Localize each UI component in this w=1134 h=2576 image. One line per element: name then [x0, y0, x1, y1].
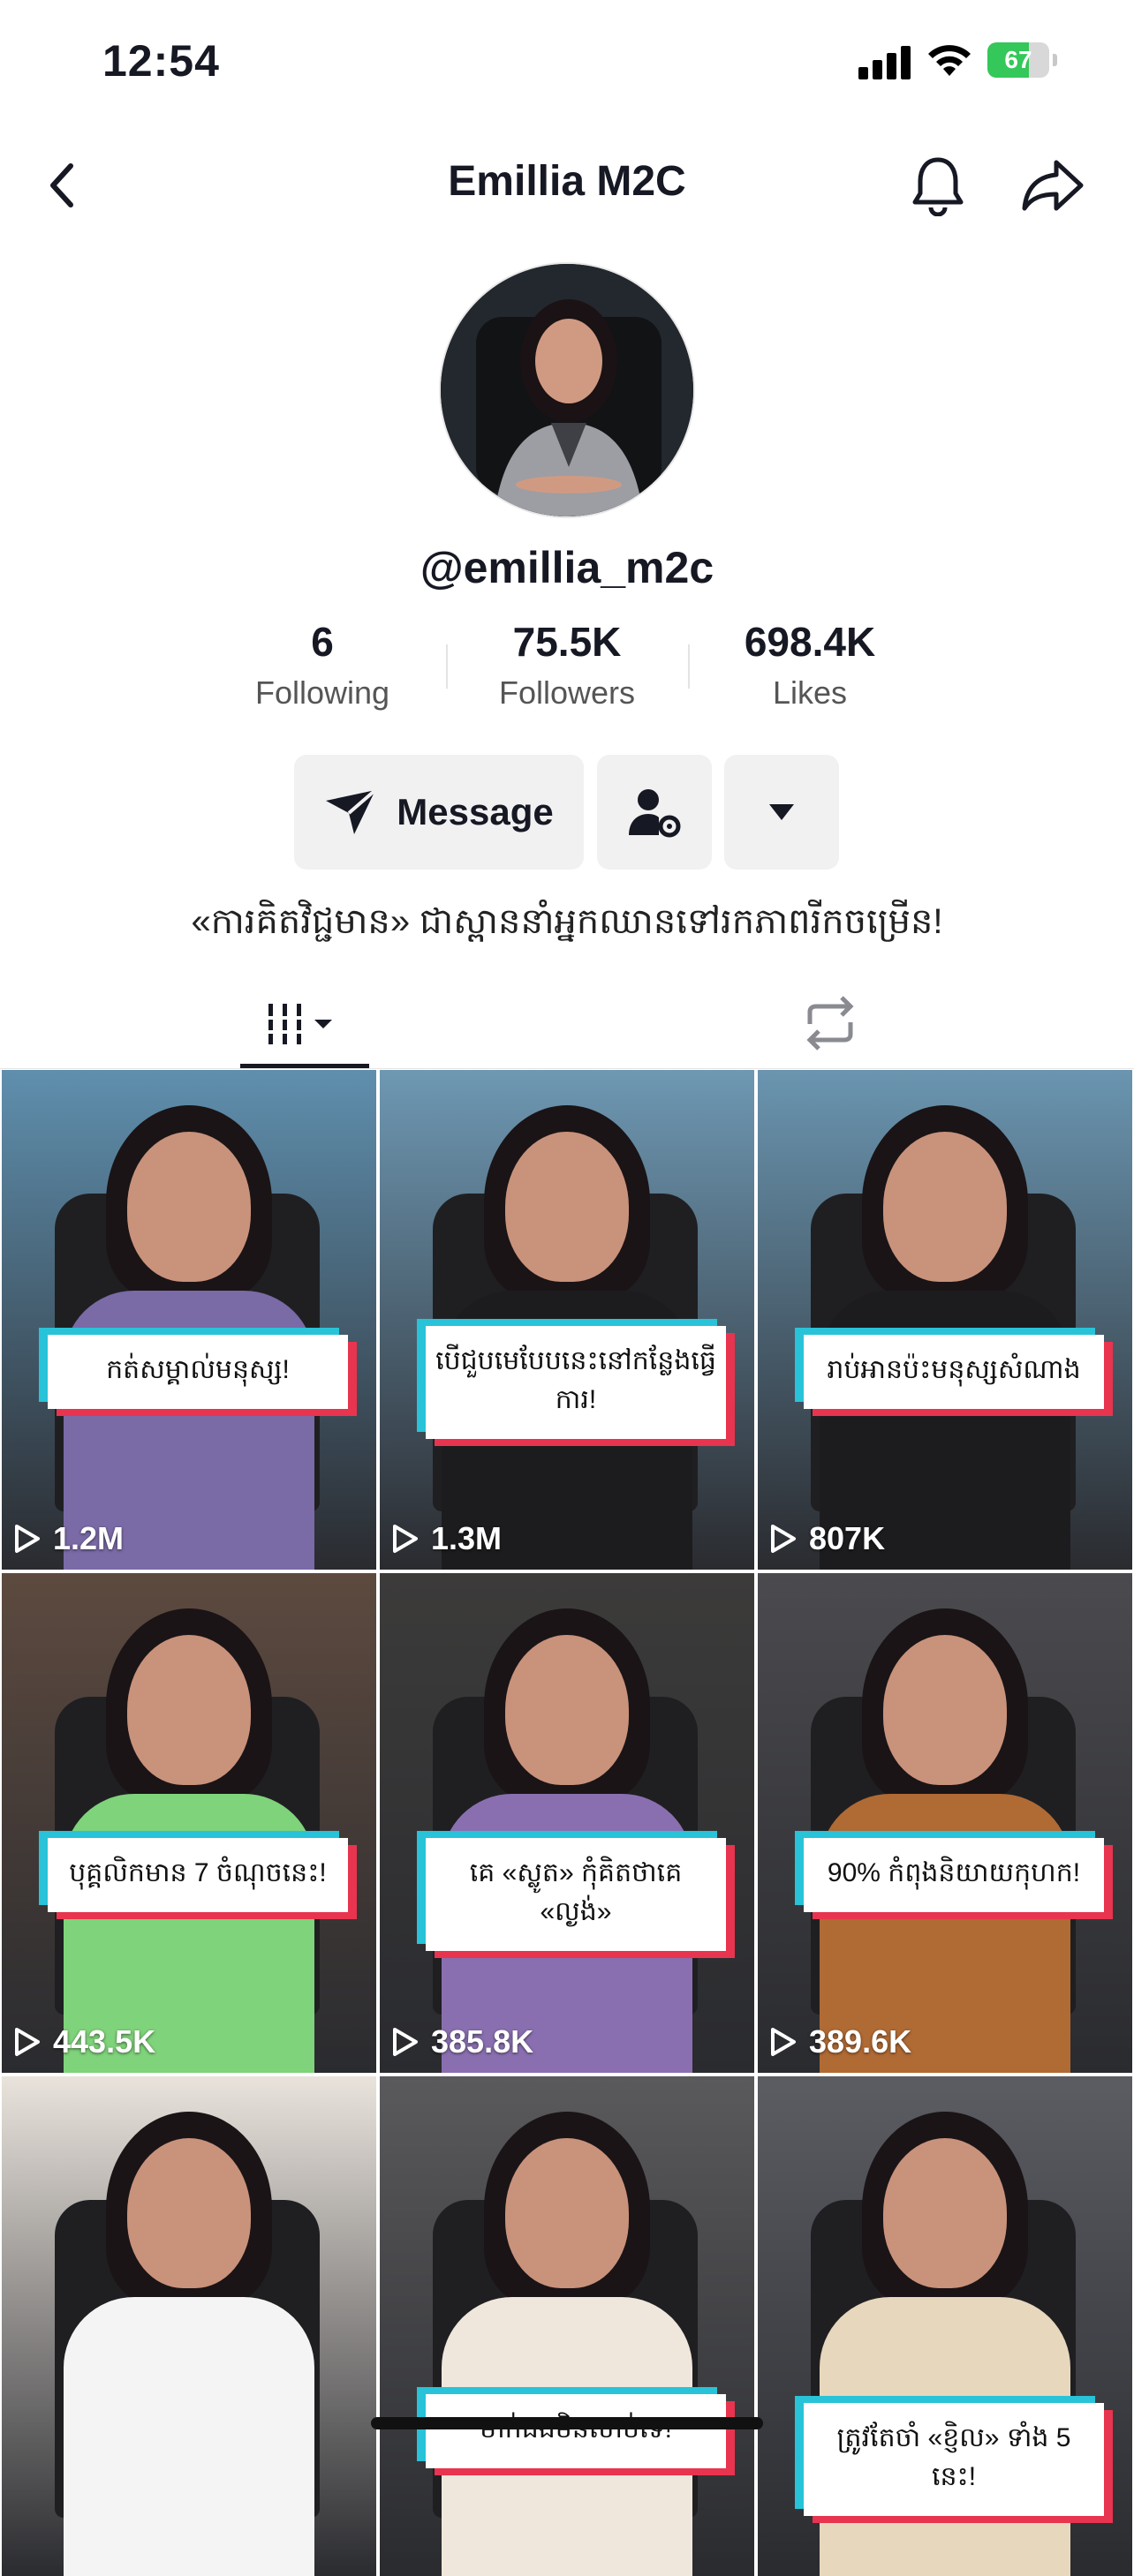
user-settings-icon: [629, 789, 681, 838]
cellular-signal-icon: [858, 44, 911, 79]
view-count-label: 807K: [809, 1520, 886, 1556]
status-bar: 12:54 67: [0, 0, 1134, 132]
video-caption: 90% កំពុងនិយាយកុហក!: [804, 1838, 1104, 1912]
home-indicator: [371, 2417, 763, 2429]
video-tile[interactable]: កត់សម្គាល់មនុស្ស! 1.2M: [2, 1070, 376, 1570]
profile-avatar[interactable]: [439, 262, 695, 518]
thumbnail-head: [127, 2138, 251, 2288]
share-button[interactable]: [1017, 150, 1088, 221]
stat-divider: [446, 644, 448, 689]
share-arrow-icon: [1022, 160, 1084, 211]
profile-settings-button[interactable]: [597, 755, 712, 870]
thumbnail-body: [64, 2297, 314, 2576]
following-label: Following: [254, 674, 390, 711]
wifi-icon: [926, 41, 973, 78]
more-dropdown-button[interactable]: [724, 755, 839, 870]
notification-bell-button[interactable]: [903, 150, 973, 221]
video-tile[interactable]: [2, 2076, 376, 2576]
likes-label: Likes: [772, 674, 848, 711]
video-caption: បុគ្គលិកមាន 7 ចំណុចនេះ!: [48, 1838, 348, 1912]
thumbnail-head: [883, 1132, 1007, 1282]
status-time: 12:54: [102, 36, 220, 86]
thumbnail-head: [505, 1132, 629, 1282]
followers-count: 75.5K: [512, 619, 622, 665]
message-button-label: Message: [397, 791, 554, 832]
view-count: 1.2M: [14, 1520, 124, 1557]
video-caption: រាប់អានប៉ះមនុស្សសំណាង: [804, 1335, 1104, 1409]
tab-videos[interactable]: [265, 998, 353, 1051]
view-count: 807K: [770, 1520, 885, 1557]
thumbnail-head: [883, 2138, 1007, 2288]
following-count: 6: [311, 619, 334, 665]
video-tile[interactable]: រាប់អានប៉ះមនុស្សសំណាង 807K: [758, 1070, 1132, 1570]
video-tile[interactable]: បើជួបមេបែបនេះនៅកន្លែងធ្វើការ! 1.3M: [380, 1070, 754, 1570]
caret-down-icon: [769, 804, 794, 820]
video-tile[interactable]: គេ «ស្លូត» កុំគិតថាគេ «ល្ងង់» 385.8K: [380, 1573, 754, 2073]
play-icon: [771, 1525, 796, 1553]
active-tab-indicator: [240, 1064, 369, 1068]
view-count-label: 1.3M: [431, 1520, 503, 1556]
likes-stat[interactable]: 698.4K Likes: [695, 618, 925, 712]
thumbnail-head: [883, 1635, 1007, 1785]
play-icon: [393, 1525, 418, 1553]
profile-tabs: [0, 971, 1134, 1069]
play-icon: [771, 2028, 796, 2056]
video-tile[interactable]: ត្រូវតែចាំ «ខ្ញិល» ទាំង 5 នេះ!: [758, 2076, 1132, 2576]
battery-percent: 67: [1004, 46, 1032, 73]
video-caption: បើជួបមេបែបនេះនៅកន្លែងធ្វើការ!: [426, 1326, 726, 1439]
repost-icon: [806, 996, 854, 1051]
send-icon: [326, 788, 377, 834]
profile-username: @emillia_m2c: [420, 543, 714, 592]
videos-grid-icon: [265, 1004, 332, 1044]
battery-icon: 67: [987, 42, 1058, 78]
likes-count: 698.4K: [744, 619, 876, 665]
video-caption: ត្រូវតែចាំ «ខ្ញិល» ទាំង 5 នេះ!: [804, 2403, 1104, 2516]
video-caption: កត់សម្គាល់មនុស្ស!: [48, 1335, 348, 1409]
thumbnail-head: [505, 2138, 629, 2288]
view-count-label: 389.6K: [809, 2023, 912, 2060]
view-count: 1.3M: [392, 1520, 502, 1557]
message-button[interactable]: Message: [294, 755, 584, 870]
video-caption: គេ «ស្លូត» កុំគិតថាគេ «ល្ងង់»: [426, 1838, 726, 1951]
video-caption: មាក់ឯងមិនសាប់ទេ!: [426, 2394, 726, 2468]
view-count-label: 443.5K: [53, 2023, 156, 2060]
play-icon: [15, 1525, 40, 1553]
thumbnail-head: [127, 1132, 251, 1282]
stat-divider: [688, 644, 690, 689]
view-count: 385.8K: [392, 2023, 533, 2060]
video-tile[interactable]: 90% កំពុងនិយាយកុហក! 389.6K: [758, 1573, 1132, 2073]
thumbnail-head: [505, 1635, 629, 1785]
tab-reposts[interactable]: [799, 992, 861, 1054]
followers-label: Followers: [498, 674, 636, 711]
play-icon: [393, 2028, 418, 2056]
thumbnail-head: [127, 1635, 251, 1785]
play-icon: [15, 2028, 40, 2056]
profile-stats: 6 Following 75.5K Followers 698.4K Likes: [0, 618, 1134, 724]
profile-bio: «ការគិតវិជ្ជមាន» ជាស្ពាននាំអ្នកឈានទៅរកភា…: [191, 902, 943, 941]
video-tile[interactable]: មាក់ឯងមិនសាប់ទេ!: [380, 2076, 754, 2576]
video-tile[interactable]: បុគ្គលិកមាន 7 ចំណុចនេះ! 443.5K: [2, 1573, 376, 2073]
following-stat[interactable]: 6 Following: [208, 618, 437, 712]
profile-header: Emillia M2C: [0, 132, 1134, 238]
view-count: 389.6K: [770, 2023, 911, 2060]
followers-stat[interactable]: 75.5K Followers: [452, 618, 682, 712]
view-count-label: 1.2M: [53, 1520, 125, 1556]
view-count-label: 385.8K: [431, 2023, 534, 2060]
bell-icon: [912, 157, 964, 216]
view-count: 443.5K: [14, 2023, 155, 2060]
